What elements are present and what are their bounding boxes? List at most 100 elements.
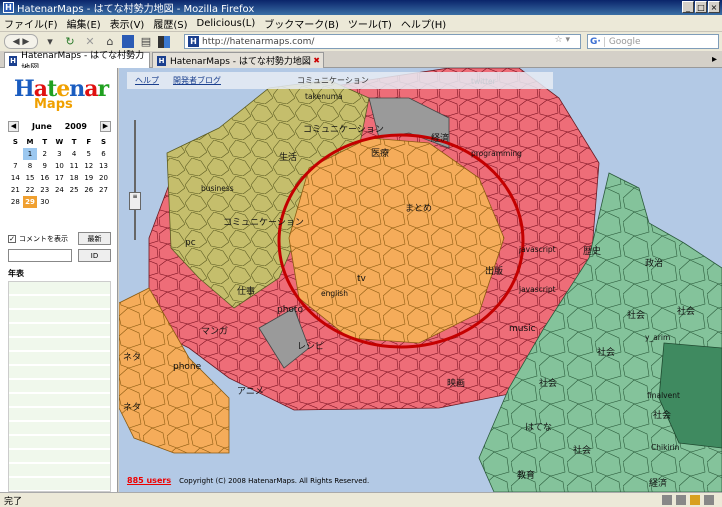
- devblog-link[interactable]: 開発者ブログ: [173, 75, 221, 86]
- calendar-day[interactable]: 12: [81, 160, 96, 172]
- region-label[interactable]: 経済: [431, 132, 449, 144]
- calendar-day[interactable]: 30: [37, 196, 52, 208]
- calendar-day[interactable]: 8: [23, 160, 38, 172]
- region-label[interactable]: phone: [173, 362, 202, 372]
- region-label[interactable]: 社会: [653, 409, 671, 421]
- comment-checkbox[interactable]: ✓: [8, 235, 16, 243]
- region-label[interactable]: 仕事: [237, 285, 255, 297]
- region-label[interactable]: ネタ: [123, 352, 141, 363]
- region-label[interactable]: 映画: [447, 377, 465, 389]
- minimize-button[interactable]: _: [682, 1, 694, 13]
- region-label[interactable]: 社会: [539, 377, 557, 389]
- status-icon-2[interactable]: [676, 495, 686, 505]
- calendar-day[interactable]: 29: [22, 196, 38, 208]
- region-label[interactable]: まとめ: [405, 203, 432, 214]
- region-label[interactable]: javascript: [518, 285, 556, 294]
- calendar-day[interactable]: 18: [67, 172, 82, 184]
- calendar-day[interactable]: 19: [81, 172, 96, 184]
- calendar-day[interactable]: 24: [52, 184, 67, 196]
- region-label[interactable]: ネタ: [123, 402, 141, 413]
- region-label[interactable]: 出版: [485, 265, 503, 277]
- calendar-day[interactable]: 21: [8, 184, 23, 196]
- region-label[interactable]: takenuma: [305, 92, 343, 101]
- calendar-day[interactable]: 22: [23, 184, 38, 196]
- region-label[interactable]: music: [509, 324, 536, 334]
- calendar-day[interactable]: 20: [96, 172, 111, 184]
- close-tab-icon[interactable]: ✖: [313, 56, 320, 65]
- territory-map[interactable]: twittertakenumaコミュニケーション経済医療生活programmin…: [119, 68, 722, 492]
- region-label[interactable]: 経済: [649, 477, 667, 489]
- map-area[interactable]: twittertakenumaコミュニケーション経済医療生活programmin…: [119, 68, 722, 492]
- calendar-day[interactable]: 3: [52, 148, 67, 160]
- calendar-day[interactable]: 9: [37, 160, 52, 172]
- tab-list-icon[interactable]: ▸: [712, 54, 717, 65]
- calendar-day[interactable]: 26: [81, 184, 96, 196]
- region-label[interactable]: 歴史: [583, 245, 601, 257]
- status-icon-3[interactable]: [690, 495, 700, 505]
- calendar-day[interactable]: 27: [96, 184, 111, 196]
- menu-delicious[interactable]: Delicious(L): [197, 18, 256, 29]
- timeline-list[interactable]: [8, 281, 111, 492]
- calendar-day[interactable]: 15: [23, 172, 38, 184]
- id-input[interactable]: [8, 249, 72, 262]
- menu-help[interactable]: ヘルプ(H): [401, 16, 446, 31]
- menu-view[interactable]: 表示(V): [110, 16, 145, 31]
- region-label[interactable]: アニメ: [237, 387, 264, 397]
- region-label[interactable]: コミュニケーション: [223, 217, 304, 228]
- prev-month-button[interactable]: ◀: [8, 121, 19, 132]
- calendar-day[interactable]: 10: [52, 160, 67, 172]
- region-label[interactable]: business: [201, 184, 234, 193]
- hatenarmaps-logo[interactable]: Hatenar Maps: [14, 76, 109, 114]
- calendar-day[interactable]: 13: [96, 160, 111, 172]
- region-label[interactable]: javascript: [518, 245, 556, 254]
- menu-tools[interactable]: ツール(T): [348, 16, 392, 31]
- region-label[interactable]: 医療: [371, 147, 389, 159]
- status-icon-1[interactable]: [662, 495, 672, 505]
- region-label[interactable]: 社会: [677, 305, 695, 317]
- calendar-day[interactable]: 5: [81, 148, 96, 160]
- tab-hatenarmaps-2[interactable]: H HatenarMaps - はてな村勢力地図 ✖: [152, 52, 324, 68]
- bookmark-toolbar-icon[interactable]: [122, 35, 134, 48]
- region-label[interactable]: マンガ: [201, 326, 228, 337]
- region-label[interactable]: 社会: [573, 444, 591, 456]
- calendar-day[interactable]: 23: [37, 184, 52, 196]
- region-label[interactable]: finalvent: [647, 391, 680, 400]
- id-button[interactable]: ID: [78, 249, 111, 262]
- search-input[interactable]: G· Google: [587, 34, 719, 49]
- region-label[interactable]: pc: [185, 238, 196, 248]
- calendar-day[interactable]: 11: [67, 160, 82, 172]
- calendar-day[interactable]: 16: [37, 172, 52, 184]
- region-label[interactable]: はてな: [525, 422, 552, 433]
- region-label[interactable]: programming: [471, 149, 522, 158]
- calendar-day[interactable]: 25: [67, 184, 82, 196]
- bookmark-star-icon[interactable]: ☆ ▾: [555, 35, 570, 45]
- zoom-track[interactable]: [134, 120, 136, 240]
- region-label[interactable]: tv: [357, 274, 367, 284]
- calendar-day[interactable]: 14: [8, 172, 23, 184]
- latest-button[interactable]: 最新: [78, 232, 111, 245]
- region-label[interactable]: コミュニケーション: [303, 124, 384, 135]
- region-label[interactable]: 教育: [517, 469, 535, 481]
- calendar-day[interactable]: 6: [96, 148, 111, 160]
- zoom-handle[interactable]: ≡: [129, 192, 141, 210]
- comment-toggle[interactable]: ✓ コメントを表示: [8, 234, 68, 244]
- close-window-button[interactable]: ×: [708, 1, 720, 13]
- user-count-link[interactable]: 885 users: [127, 476, 171, 485]
- tab-hatenarmaps-1[interactable]: H HatenarMaps - はてな村勢力地図: [4, 51, 150, 74]
- maximize-button[interactable]: □: [695, 1, 707, 13]
- help-link[interactable]: ヘルプ: [135, 75, 159, 86]
- calendar-day[interactable]: 7: [8, 160, 23, 172]
- menu-history[interactable]: 履歴(S): [153, 16, 187, 31]
- region-label[interactable]: photo: [277, 305, 303, 315]
- calendar-day[interactable]: 1: [22, 148, 38, 160]
- region-label[interactable]: 政治: [645, 257, 663, 269]
- calendar-day[interactable]: 2: [37, 148, 52, 160]
- region-label[interactable]: english: [321, 289, 348, 298]
- calendar-day[interactable]: 17: [52, 172, 67, 184]
- status-icon-4[interactable]: [704, 495, 714, 505]
- url-bar[interactable]: H http://hatenarmaps.com/ ☆ ▾: [184, 34, 581, 49]
- calendar-day[interactable]: 4: [67, 148, 82, 160]
- region-label[interactable]: 生活: [279, 151, 297, 163]
- region-label[interactable]: 社会: [627, 309, 645, 321]
- next-month-button[interactable]: ▶: [99, 121, 111, 132]
